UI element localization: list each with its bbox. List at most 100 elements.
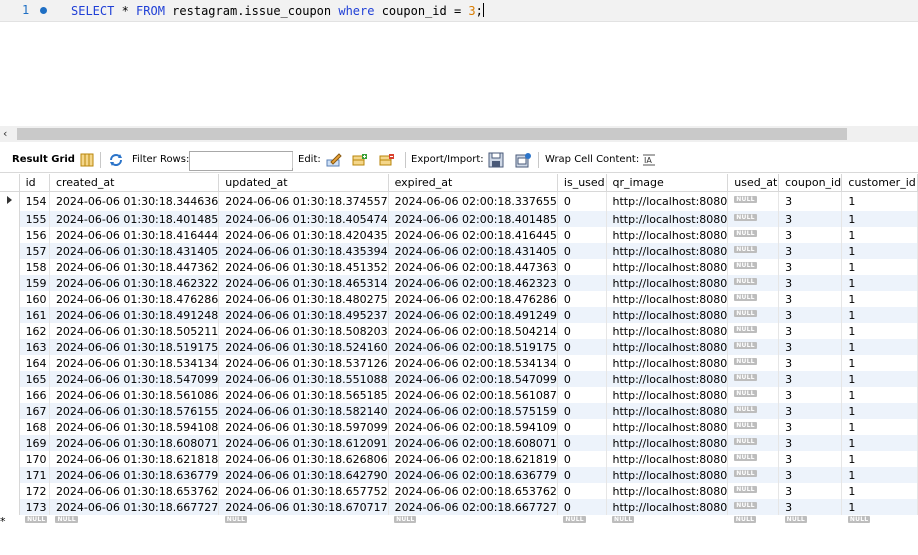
cell-updated-at[interactable]: 2024-06-06 01:30:18.670717 bbox=[218, 499, 389, 515]
row-marker[interactable] bbox=[0, 451, 20, 467]
cell-updated-at[interactable]: 2024-06-06 01:30:18.524160 bbox=[218, 339, 389, 355]
cell-expired-at[interactable]: 2024-06-06 02:00:18.447363 bbox=[388, 259, 558, 275]
table-row[interactable]: 172 2024-06-06 01:30:18.653762 2024-06-06 … bbox=[0, 483, 918, 499]
row-marker[interactable] bbox=[0, 275, 20, 291]
cell-coupon-id[interactable]: 3 bbox=[778, 419, 843, 435]
row-marker[interactable] bbox=[0, 419, 20, 435]
column-header-created-at[interactable]: created_at bbox=[49, 174, 220, 192]
cell-expired-at[interactable]: 2024-06-06 02:00:18.653762 bbox=[388, 483, 558, 499]
cell-qr-image[interactable]: http://localhost:8080 bbox=[606, 275, 729, 291]
row-marker[interactable] bbox=[0, 307, 20, 323]
cell-expired-at[interactable]: 2024-06-06 02:00:18.337655 bbox=[388, 191, 558, 211]
cell-coupon-id[interactable]: 3 bbox=[778, 291, 843, 307]
table-row[interactable]: 167 2024-06-06 01:30:18.576155 2024-06-06 … bbox=[0, 403, 918, 419]
cell-created-at[interactable]: 2024-06-06 01:30:18.401485 bbox=[49, 211, 220, 227]
row-marker[interactable] bbox=[0, 403, 20, 419]
cell-id[interactable]: 165 bbox=[19, 371, 50, 387]
cell-qr-image[interactable]: http://localhost:8080 bbox=[606, 451, 729, 467]
cell-expired-at[interactable]: 2024-06-06 02:00:18.491249 bbox=[388, 307, 558, 323]
cell-used-at[interactable]: NULL bbox=[727, 371, 780, 387]
cell-is-used[interactable]: 0 bbox=[557, 451, 607, 467]
cell-expired-at[interactable]: 2024-06-06 02:00:18.519175 bbox=[388, 339, 558, 355]
cell-created-at[interactable]: 2024-06-06 01:30:18.547099 bbox=[49, 371, 220, 387]
column-header-qr-image[interactable]: qr_image bbox=[606, 174, 729, 192]
cell-customer-id[interactable]: 1 bbox=[841, 227, 918, 243]
cell-is-used[interactable]: 0 bbox=[557, 355, 607, 371]
row-marker[interactable] bbox=[0, 227, 20, 243]
cell-coupon-id[interactable]: 3 bbox=[778, 451, 843, 467]
cell-coupon-id[interactable]: 3 bbox=[778, 355, 843, 371]
edit-row-icon[interactable] bbox=[326, 152, 342, 168]
cell-used-at[interactable]: NULL bbox=[727, 483, 780, 499]
cell-id[interactable]: 171 bbox=[19, 467, 50, 483]
cell-is-used[interactable]: 0 bbox=[557, 275, 607, 291]
cell-is-used[interactable]: 0 bbox=[557, 483, 607, 499]
cell-updated-at[interactable]: 2024-06-06 01:30:18.626806 bbox=[218, 451, 389, 467]
cell-used-at[interactable]: NULL bbox=[727, 191, 780, 211]
column-header-is-used[interactable]: is_used bbox=[557, 174, 607, 192]
cell-used-at[interactable]: NULL bbox=[727, 259, 780, 275]
cell-expired-at[interactable]: 2024-06-06 02:00:18.636779 bbox=[388, 467, 558, 483]
result-grid-tab[interactable]: Result Grid bbox=[12, 154, 75, 165]
cell-created-at[interactable]: 2024-06-06 01:30:18.534134 bbox=[49, 355, 220, 371]
new-row-placeholder[interactable]: * NULL NULL NULL NULL NULL NULL NULL NULL NULL bbox=[0, 515, 918, 528]
row-marker[interactable] bbox=[0, 243, 20, 259]
cell-used-at[interactable]: NULL bbox=[727, 339, 780, 355]
table-row[interactable]: 157 2024-06-06 01:30:18.431405 2024-06-06 … bbox=[0, 243, 918, 259]
cell-created-at[interactable]: 2024-06-06 01:30:18.462322 bbox=[49, 275, 220, 291]
cell-customer-id[interactable]: 1 bbox=[841, 339, 918, 355]
column-header-id[interactable]: id bbox=[19, 174, 50, 192]
cell-id[interactable]: 170 bbox=[19, 451, 50, 467]
cell-coupon-id[interactable]: 3 bbox=[778, 191, 843, 211]
cell-customer-id[interactable]: 1 bbox=[841, 419, 918, 435]
cell-customer-id[interactable]: 1 bbox=[841, 243, 918, 259]
new-row-cell-updated-at[interactable]: NULL bbox=[218, 515, 389, 528]
cell-coupon-id[interactable]: 3 bbox=[778, 387, 843, 403]
cell-updated-at[interactable]: 2024-06-06 01:30:18.405474 bbox=[218, 211, 389, 227]
cell-customer-id[interactable]: 1 bbox=[841, 403, 918, 419]
cell-coupon-id[interactable]: 3 bbox=[778, 211, 843, 227]
cell-coupon-id[interactable]: 3 bbox=[778, 403, 843, 419]
row-marker[interactable] bbox=[0, 291, 20, 307]
cell-customer-id[interactable]: 1 bbox=[841, 483, 918, 499]
cell-id[interactable]: 161 bbox=[19, 307, 50, 323]
table-row[interactable]: 168 2024-06-06 01:30:18.594108 2024-06-06 … bbox=[0, 419, 918, 435]
cell-customer-id[interactable]: 1 bbox=[841, 307, 918, 323]
cell-customer-id[interactable]: 1 bbox=[841, 323, 918, 339]
cell-id[interactable]: 169 bbox=[19, 435, 50, 451]
row-marker[interactable] bbox=[0, 387, 20, 403]
row-marker[interactable] bbox=[0, 371, 20, 387]
cell-created-at[interactable]: 2024-06-06 01:30:18.608071 bbox=[49, 435, 220, 451]
cell-created-at[interactable]: 2024-06-06 01:30:18.519175 bbox=[49, 339, 220, 355]
cell-id[interactable]: 172 bbox=[19, 483, 50, 499]
cell-qr-image[interactable]: http://localhost:8080 bbox=[606, 191, 729, 211]
new-row-cell-used-at[interactable]: NULL bbox=[727, 515, 779, 528]
cell-created-at[interactable]: 2024-06-06 01:30:18.505211 bbox=[49, 323, 220, 339]
cell-created-at[interactable]: 2024-06-06 01:30:18.476286 bbox=[49, 291, 220, 307]
column-header-coupon-id[interactable]: coupon_id bbox=[778, 174, 843, 192]
cell-coupon-id[interactable]: 3 bbox=[778, 339, 843, 355]
cell-qr-image[interactable]: http://localhost:8080 bbox=[606, 483, 729, 499]
cell-id[interactable]: 173 bbox=[19, 499, 50, 515]
cell-customer-id[interactable]: 1 bbox=[841, 467, 918, 483]
current-row-arrow-icon[interactable] bbox=[0, 191, 20, 211]
cell-created-at[interactable]: 2024-06-06 01:30:18.416444 bbox=[49, 227, 220, 243]
sql-query[interactable]: SELECT * FROM restagram.issue_coupon whe… bbox=[71, 3, 484, 18]
column-header-customer-id[interactable]: customer_id bbox=[841, 174, 918, 192]
cell-created-at[interactable]: 2024-06-06 01:30:18.667727 bbox=[49, 499, 220, 515]
cell-qr-image[interactable]: http://localhost:8080 bbox=[606, 259, 729, 275]
cell-qr-image[interactable]: http://localhost:8080 bbox=[606, 371, 729, 387]
table-row[interactable]: 170 2024-06-06 01:30:18.621818 2024-06-06 … bbox=[0, 451, 918, 467]
cell-expired-at[interactable]: 2024-06-06 02:00:18.462323 bbox=[388, 275, 558, 291]
table-row[interactable]: 154 2024-06-06 01:30:18.344636 2024-06-06 … bbox=[0, 191, 918, 211]
cell-is-used[interactable]: 0 bbox=[557, 499, 607, 515]
cell-is-used[interactable]: 0 bbox=[557, 227, 607, 243]
cell-expired-at[interactable]: 2024-06-06 02:00:18.476286 bbox=[388, 291, 558, 307]
cell-id[interactable]: 156 bbox=[19, 227, 50, 243]
cell-customer-id[interactable]: 1 bbox=[841, 291, 918, 307]
wrap-text-icon[interactable]: IA bbox=[641, 152, 657, 168]
cell-expired-at[interactable]: 2024-06-06 02:00:18.667727 bbox=[388, 499, 558, 515]
cell-id[interactable]: 166 bbox=[19, 387, 50, 403]
cell-updated-at[interactable]: 2024-06-06 01:30:18.642790 bbox=[218, 467, 389, 483]
cell-id[interactable]: 160 bbox=[19, 291, 50, 307]
